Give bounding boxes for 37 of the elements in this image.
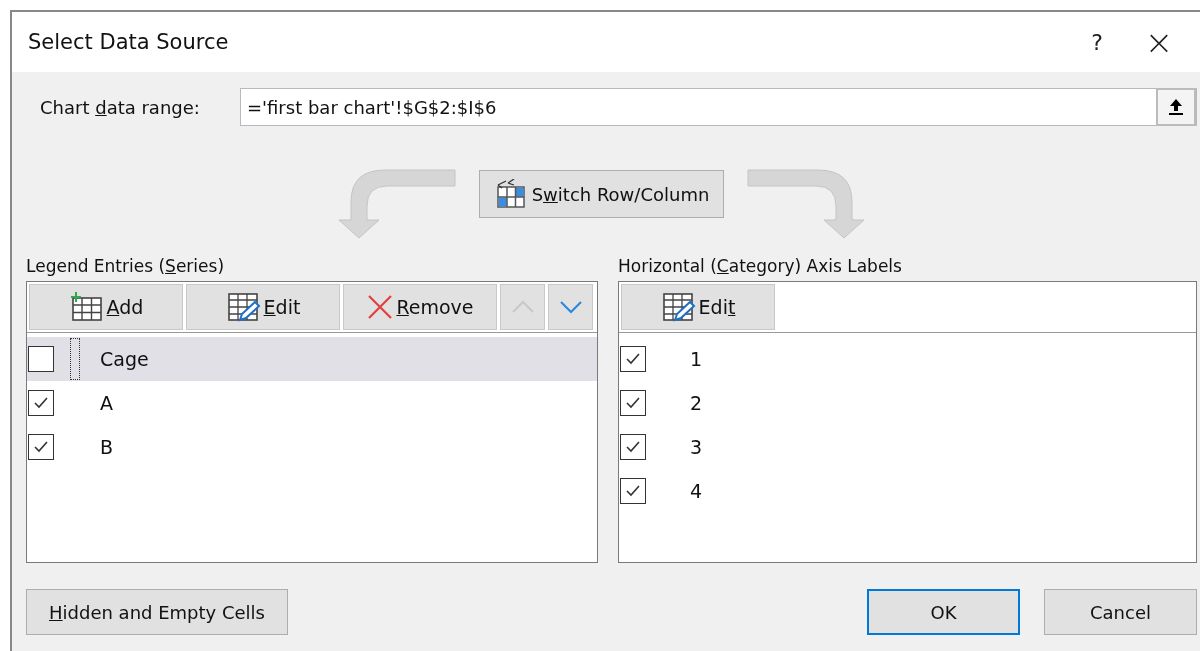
- close-icon: [366, 293, 395, 321]
- checkbox[interactable]: [620, 478, 646, 504]
- ok-button[interactable]: OK: [867, 589, 1020, 635]
- hidden-empty-cells-button[interactable]: Hidden and Empty Cells: [26, 589, 288, 635]
- remove-button[interactable]: Remove: [343, 284, 497, 330]
- series-list-item[interactable]: B: [27, 425, 597, 469]
- range-input-field[interactable]: ='first bar chart'!$G$2:$I$6: [240, 88, 1197, 126]
- series-list-item[interactable]: Cage: [27, 337, 597, 381]
- checkbox[interactable]: [620, 390, 646, 416]
- edit-table-icon: [225, 292, 262, 322]
- chevron-up-icon: [510, 300, 535, 314]
- checkbox[interactable]: [620, 434, 646, 460]
- legend-entries-heading: Legend Entries (Series): [26, 256, 226, 276]
- axis-label-item[interactable]: 1: [619, 337, 1196, 381]
- series-list-item[interactable]: A: [27, 381, 597, 425]
- axis-label-item[interactable]: 2: [619, 381, 1196, 425]
- axis-label-item[interactable]: 4: [619, 469, 1196, 513]
- edit-button[interactable]: Edit: [621, 284, 775, 330]
- axis-labels-heading: Horizontal (Category) Axis Labels: [618, 256, 903, 276]
- range-label: Chart data range:: [39, 96, 201, 118]
- add-button[interactable]: Add: [29, 284, 183, 330]
- cancel-button[interactable]: Cancel: [1044, 589, 1197, 635]
- edit-table-icon: [660, 292, 697, 322]
- switch-row-column-button[interactable]: Switch Row/Column: [478, 170, 725, 218]
- chevron-down-icon: [558, 300, 583, 314]
- checkbox[interactable]: [28, 434, 54, 460]
- window-title: Select Data Source: [28, 30, 230, 54]
- checkbox[interactable]: [620, 346, 646, 372]
- axis-label-item[interactable]: 3: [619, 425, 1196, 469]
- help-button[interactable]: ?: [1072, 17, 1122, 67]
- add-table-icon: [68, 292, 105, 322]
- checkbox[interactable]: [28, 346, 54, 372]
- checkbox[interactable]: [28, 390, 54, 416]
- close-button[interactable]: ×: [1134, 17, 1184, 67]
- collapse-button[interactable]: [1156, 88, 1196, 126]
- edit-button[interactable]: Edit: [186, 284, 340, 330]
- upload-arrow-icon: [1167, 97, 1185, 117]
